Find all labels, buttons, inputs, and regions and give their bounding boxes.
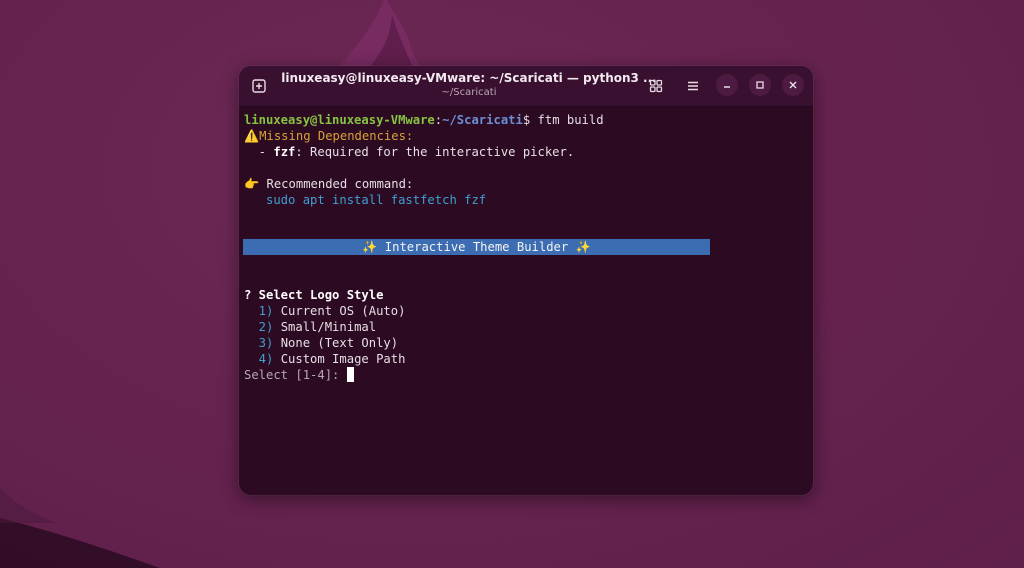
grid-view-icon	[649, 79, 663, 93]
text-cursor	[346, 367, 354, 382]
dependency-bullet: -	[244, 145, 274, 159]
dependency-line: - fzf: Required for the interactive pick…	[244, 144, 575, 160]
terminal-window: linuxeasy@linuxeasy-VMware: ~/Scaricati …	[239, 66, 813, 495]
option-number: 2)	[244, 320, 274, 334]
close-button[interactable]	[782, 74, 804, 96]
grid-view-button[interactable]	[645, 75, 667, 97]
window-titlebar: linuxeasy@linuxeasy-VMware: ~/Scaricati …	[239, 66, 813, 107]
window-title: linuxeasy@linuxeasy-VMware: ~/Scaricati …	[281, 71, 657, 85]
dependency-desc: : Required for the interactive picker.	[295, 145, 575, 159]
window-subtitle: ~/Scaricati	[441, 87, 497, 98]
option-item: 1) Current OS (Auto)	[244, 303, 406, 319]
close-icon	[789, 81, 797, 89]
option-item: 3) None (Text Only)	[244, 335, 398, 351]
hamburger-menu-icon	[688, 81, 698, 91]
minimize-icon	[724, 86, 730, 88]
warning-line: ⚠️Missing Dependencies:	[244, 129, 414, 143]
new-tab-icon	[252, 79, 266, 93]
window-title-area: linuxeasy@linuxeasy-VMware: ~/Scaricati …	[279, 70, 659, 99]
option-number: 3)	[244, 336, 274, 350]
new-tab-button[interactable]	[247, 74, 271, 98]
option-label: None (Text Only)	[273, 336, 399, 350]
question-line: ? Select Logo Style	[244, 288, 384, 302]
theme-builder-banner: ✨ Interactive Theme Builder ✨	[243, 239, 710, 255]
minimize-button[interactable]	[716, 74, 738, 96]
maximize-button[interactable]	[749, 74, 771, 96]
input-line[interactable]: Select [1-4]:	[244, 367, 354, 383]
option-item: 2) Small/Minimal	[244, 319, 376, 335]
option-number: 4)	[244, 352, 274, 366]
desktop-corner-shadow	[0, 488, 160, 568]
prompt-path: ~/Scaricati	[442, 113, 523, 127]
dependency-name: fzf	[273, 145, 296, 159]
terminal-output[interactable]: linuxeasy@linuxeasy-VMware:~/Scaricati$ …	[239, 107, 813, 495]
input-prompt: Select [1-4]:	[244, 368, 347, 382]
option-item: 4) Custom Image Path	[244, 351, 406, 367]
prompt-symbol: $	[522, 113, 538, 127]
option-label: Custom Image Path	[273, 352, 406, 366]
option-number: 1)	[244, 304, 274, 318]
option-label: Small/Minimal	[273, 320, 377, 334]
command-text: ftm build	[537, 113, 604, 127]
prompt-user: linuxeasy@linuxeasy-VMware	[244, 113, 435, 127]
recommend-label: 👉 Recommended command:	[244, 177, 414, 191]
hamburger-menu-button[interactable]	[682, 75, 704, 97]
prompt-line: linuxeasy@linuxeasy-VMware:~/Scaricati$ …	[244, 112, 604, 128]
option-label: Current OS (Auto)	[273, 304, 406, 318]
recommend-command: sudo apt install fastfetch fzf	[244, 193, 487, 207]
maximize-icon	[756, 81, 764, 89]
